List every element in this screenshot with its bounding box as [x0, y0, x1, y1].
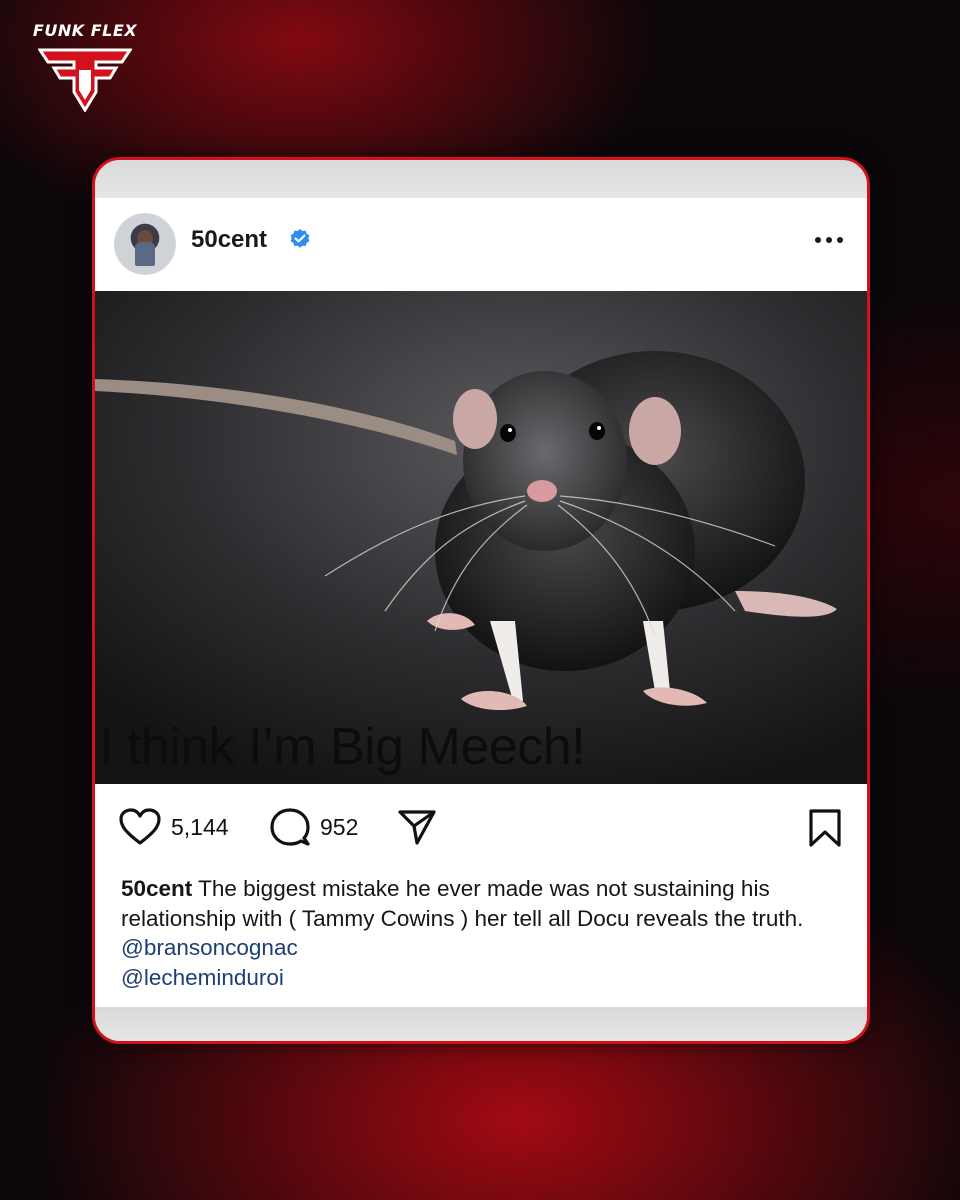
bookmark-icon	[809, 809, 841, 847]
post-header: 50cent	[95, 198, 867, 291]
comment-bubble-icon	[270, 808, 310, 846]
caption-username[interactable]: 50cent	[121, 876, 192, 901]
brand-logo: FUNK FLEX	[26, 22, 144, 114]
image-overlay-text: I think I’m Big Meech!	[99, 718, 586, 776]
instagram-post: 50cent I think I’m Big Meech! 5,144 952 …	[95, 198, 867, 1007]
post-card: 50cent I think I’m Big Meech! 5,144 952 …	[92, 157, 870, 1044]
comment-button[interactable]: 952	[270, 808, 358, 846]
comment-count: 952	[320, 813, 359, 840]
avatar[interactable]	[114, 213, 176, 275]
avatar-figure	[135, 242, 155, 266]
like-count: 5,144	[171, 813, 229, 840]
send-icon	[398, 810, 436, 845]
more-options-icon[interactable]	[813, 234, 845, 246]
card-top-band	[95, 160, 867, 198]
heart-icon	[119, 808, 161, 845]
like-button[interactable]: 5,144	[119, 808, 229, 846]
share-button[interactable]	[397, 808, 437, 846]
rat-photo	[95, 291, 867, 784]
verified-badge-icon	[290, 229, 310, 248]
card-bottom-band	[95, 1007, 867, 1041]
post-caption: 50cent The biggest mistake he ever made …	[121, 874, 821, 992]
post-image[interactable]: I think I’m Big Meech!	[95, 291, 867, 784]
save-button[interactable]	[807, 808, 843, 848]
mention-link[interactable]: @bransoncognac	[121, 935, 298, 960]
ff-shield-logo-icon	[38, 48, 132, 112]
brand-name: FUNK FLEX	[32, 21, 138, 40]
caption-text: The biggest mistake he ever made was not…	[121, 876, 804, 931]
mention-link[interactable]: @lecheminduroi	[121, 965, 284, 990]
action-bar: 5,144 952	[95, 784, 867, 870]
post-username[interactable]: 50cent	[191, 226, 267, 254]
